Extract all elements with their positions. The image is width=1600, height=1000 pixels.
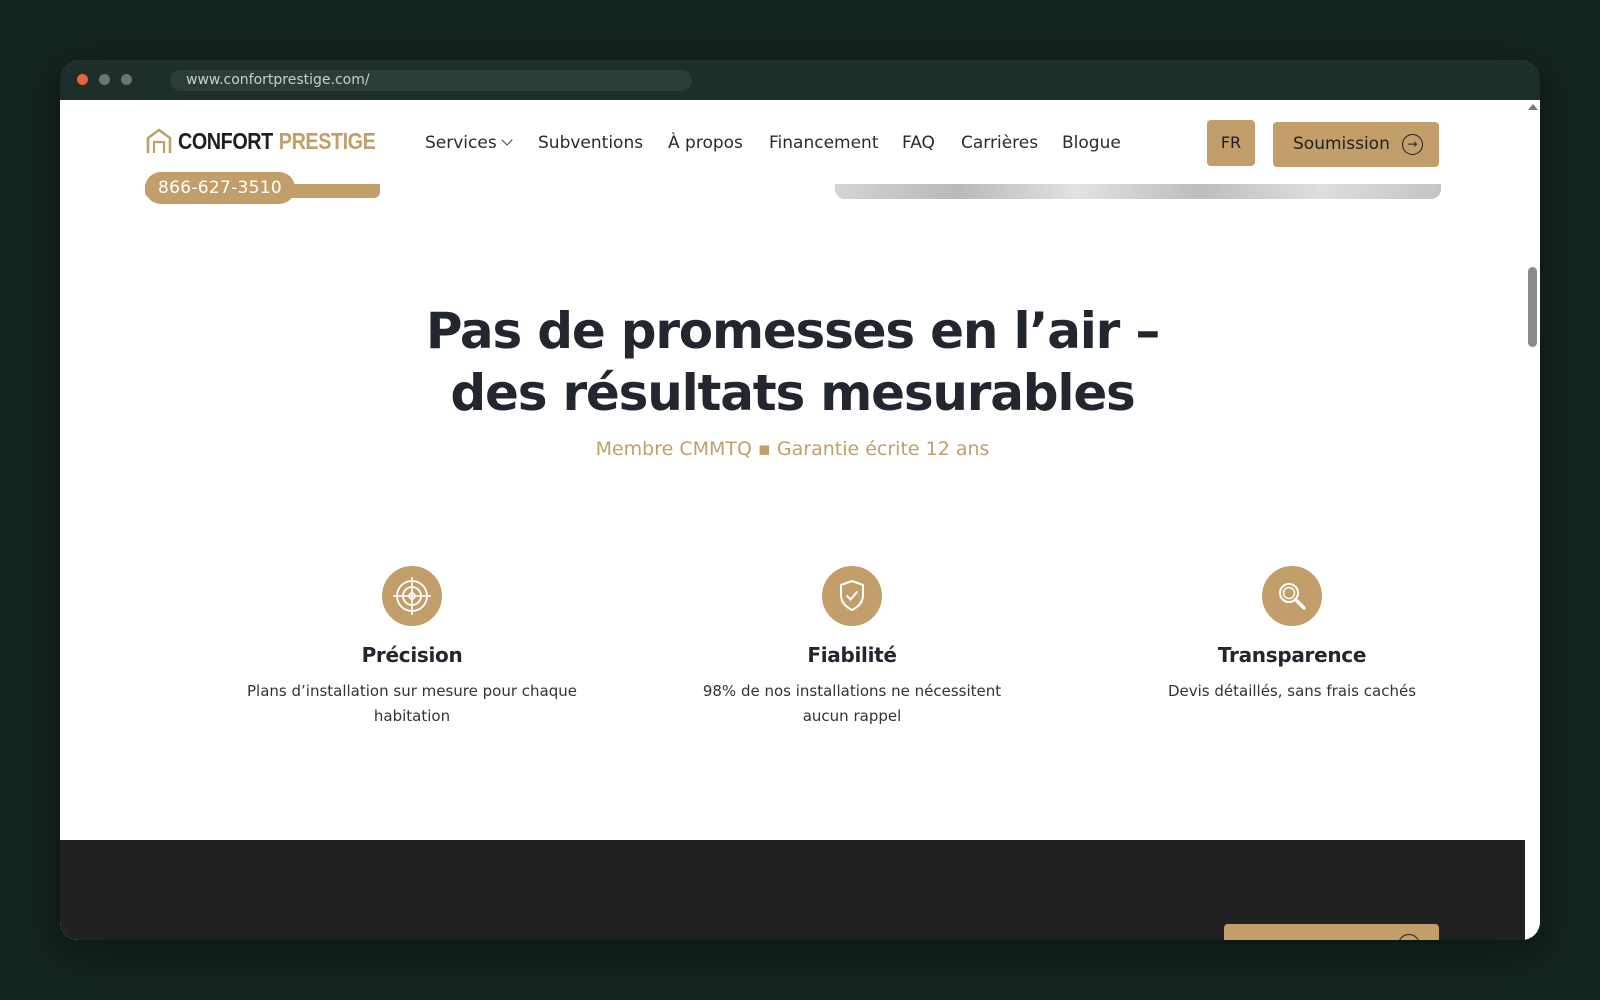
- language-button[interactable]: FR: [1207, 120, 1255, 166]
- tagline: Membre CMMTQ ▪ Garantie écrite 12 ans: [595, 438, 990, 460]
- feature-precision: Précision Plans d’installation sur mesur…: [232, 566, 592, 729]
- page-viewport: CONFORT PRESTIGE 866-627-3510 Services Su…: [60, 100, 1525, 940]
- scrollbar[interactable]: [1525, 100, 1540, 940]
- chevron-down-icon: [501, 134, 513, 146]
- logo-wordmark: CONFORT PRESTIGE: [178, 127, 376, 155]
- scrollbar-thumb[interactable]: [1528, 267, 1537, 347]
- nav-item-services[interactable]: Services: [425, 130, 513, 156]
- arrow-right-icon: [1398, 934, 1420, 940]
- headline-line-2: des résultats mesurables: [450, 364, 1135, 422]
- dark-section-button[interactable]: [1224, 924, 1439, 940]
- nav-item-faq[interactable]: FAQ: [902, 130, 935, 156]
- shield-check-icon: [822, 566, 882, 626]
- scroll-up-arrow-icon[interactable]: [1528, 104, 1538, 110]
- nav-item-financement[interactable]: Financement: [769, 130, 879, 156]
- feature-title: Transparence: [1217, 643, 1367, 667]
- feature-description: Plans d’installation sur mesure pour cha…: [247, 682, 577, 725]
- phone-button[interactable]: 866-627-3510: [145, 172, 295, 204]
- nav-label-services: Services: [425, 133, 497, 153]
- feature-fiabilite: Fiabilité 98% de nos installations ne né…: [672, 566, 1032, 729]
- marble-image-edge: [835, 184, 1441, 199]
- nav-item-subventions[interactable]: Subventions: [538, 130, 643, 156]
- address-bar[interactable]: www.confortprestige.com/: [170, 70, 692, 91]
- nav-item-carrieres[interactable]: Carrières: [961, 130, 1038, 156]
- feature-title: Fiabilité: [807, 643, 897, 667]
- close-window-button[interactable]: [77, 74, 88, 85]
- soumission-label: Soumission: [1293, 134, 1390, 154]
- nav-item-blogue[interactable]: Blogue: [1062, 130, 1121, 156]
- logo-word-confort: CONFORT: [178, 127, 273, 154]
- logo-word-prestige: PRESTIGE: [278, 127, 376, 154]
- browser-window: www.confortprestige.com/ CONFORT PRESTIGE…: [60, 60, 1540, 940]
- page-headline: Pas de promesses en l’air – des résultat…: [60, 300, 1525, 424]
- house-logo-icon: [146, 128, 172, 153]
- feature-description: 98% de nos installations ne nécessitent …: [702, 682, 1002, 725]
- site-logo[interactable]: CONFORT PRESTIGE: [145, 126, 408, 156]
- feature-title: Précision: [361, 643, 463, 667]
- headline-line-1: Pas de promesses en l’air –: [425, 302, 1161, 360]
- minimize-window-button[interactable]: [99, 74, 110, 85]
- arrow-right-icon: →: [1402, 134, 1423, 155]
- maximize-window-button[interactable]: [121, 74, 132, 85]
- target-icon: [382, 566, 442, 626]
- nav-item-a-propos[interactable]: À propos: [668, 130, 743, 156]
- feature-description: Devis détaillés, sans frais cachés: [1167, 682, 1417, 700]
- soumission-button[interactable]: Soumission →: [1273, 122, 1439, 167]
- magnifier-icon: [1262, 566, 1322, 626]
- feature-transparence: Transparence Devis détaillés, sans frais…: [1112, 566, 1472, 704]
- title-bar: www.confortprestige.com/: [60, 60, 1540, 100]
